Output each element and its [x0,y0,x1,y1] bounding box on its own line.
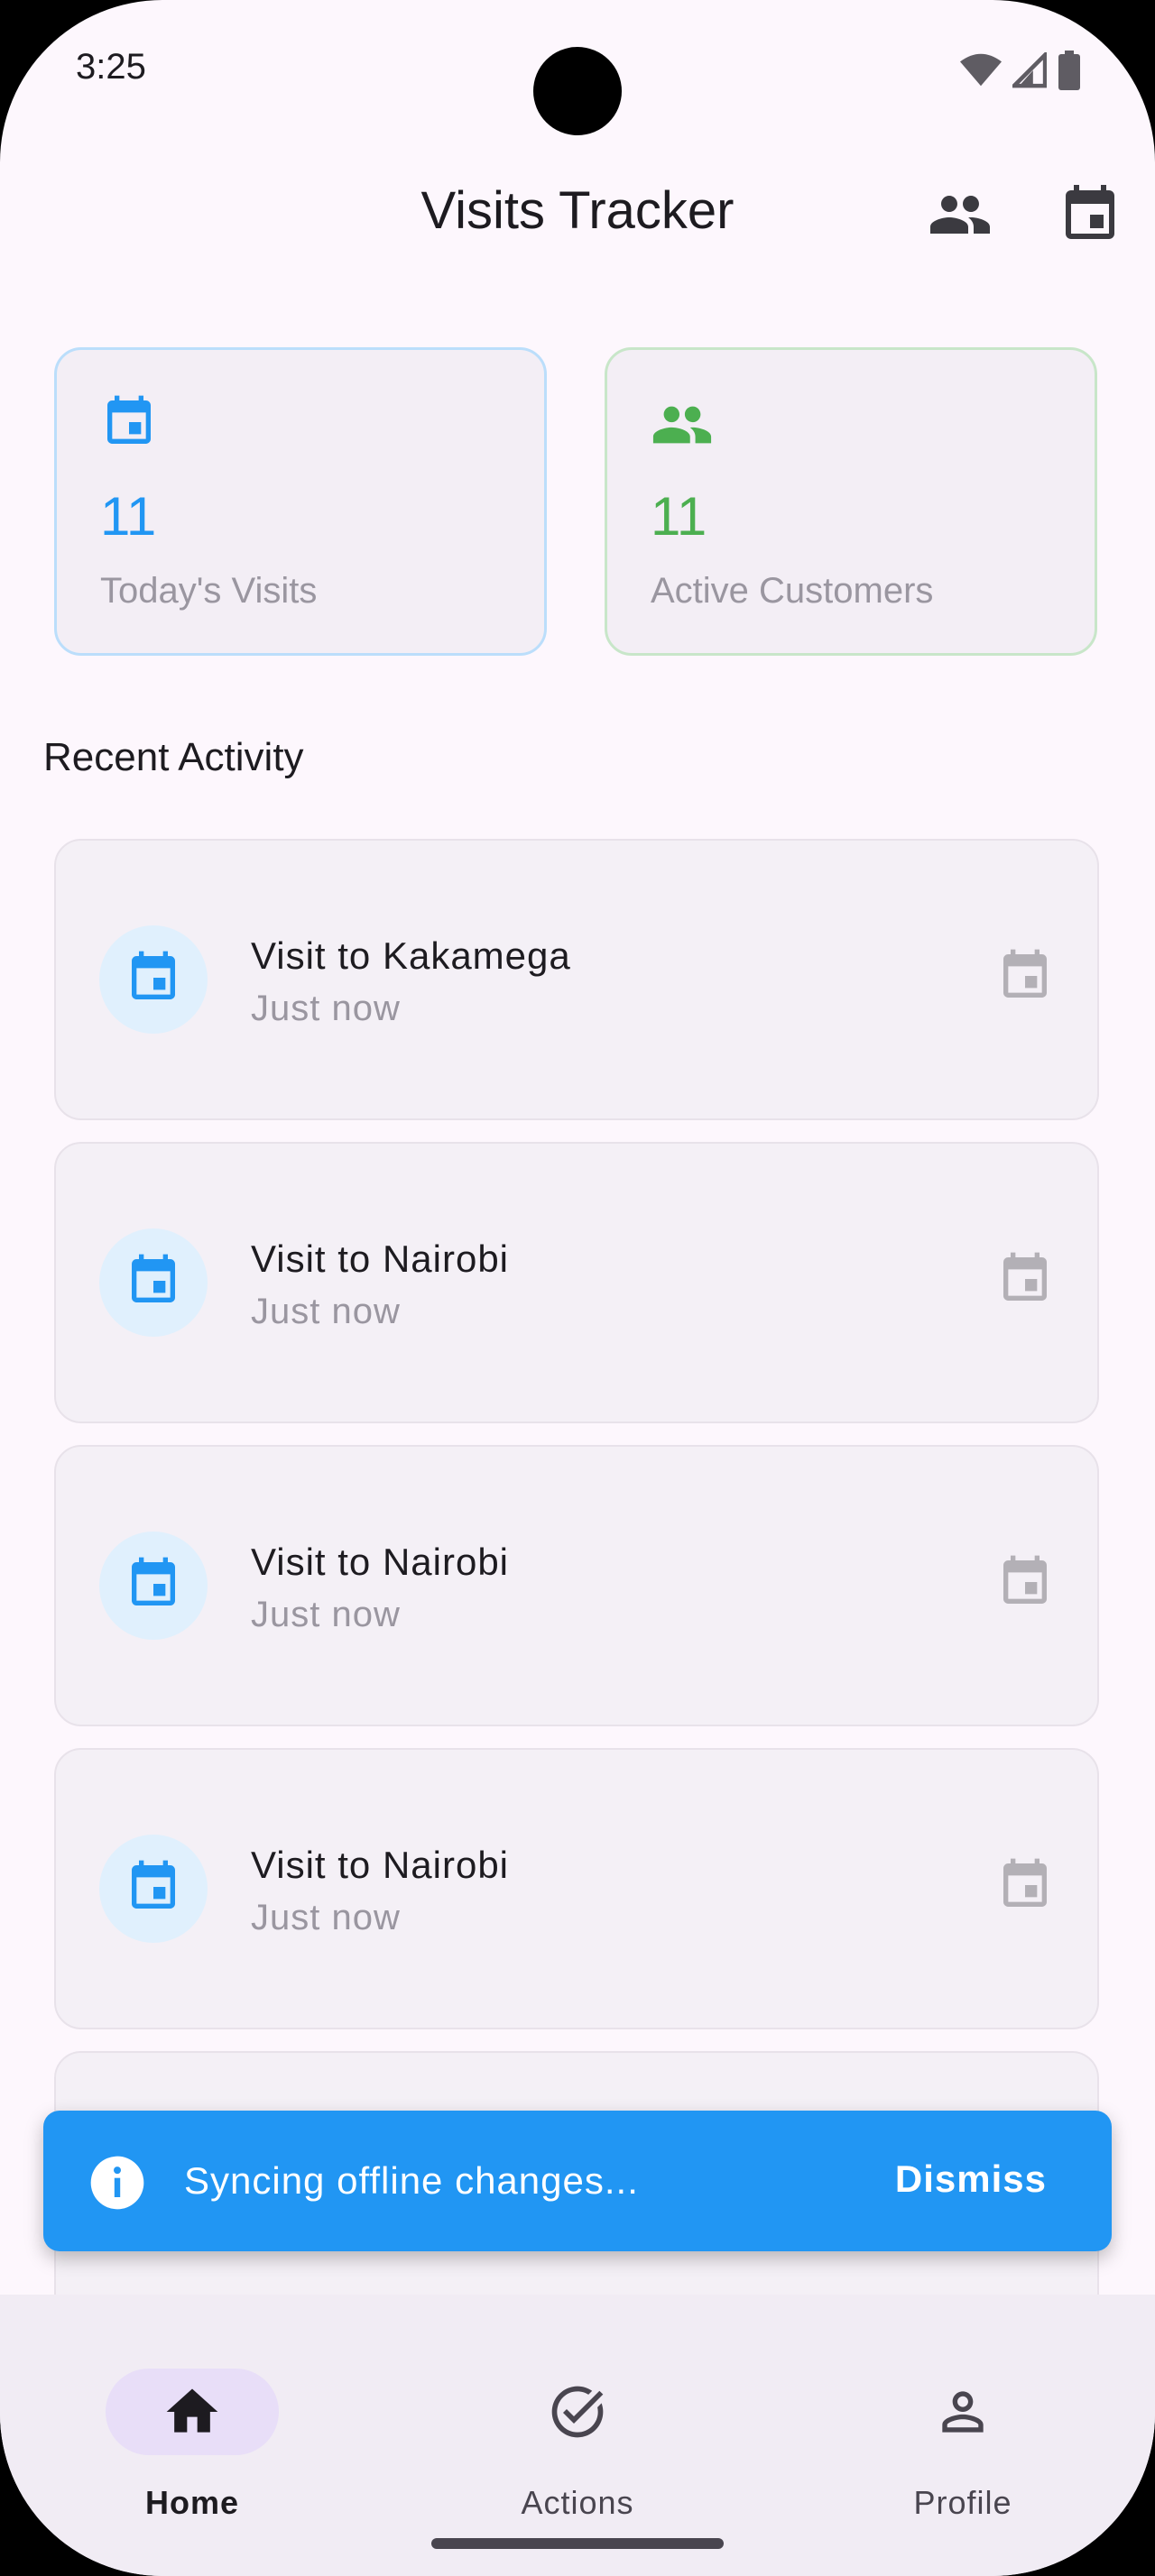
list-item[interactable]: Visit to Nairobi Just now [54,1748,1099,2029]
camera-cutout [533,47,622,135]
nav-label: Profile [913,2484,1012,2521]
battery-icon [1058,51,1081,95]
dismiss-button[interactable]: Dismiss [895,2157,1047,2201]
check-circle-icon [547,2381,608,2447]
status-icons [960,50,1081,95]
avatar [99,1835,208,1943]
stat-value: 11 [100,486,157,547]
nav-item-profile[interactable]: Profile [836,2331,1089,2521]
avatar [99,1228,208,1337]
activity-title: Visit to Nairobi [251,1844,510,1886]
customers-button[interactable] [924,180,996,253]
stat-value: 11 [651,486,707,547]
signal-icon [1009,50,1048,93]
avatar [99,925,208,1034]
activity-time: Just now [251,1292,401,1331]
calendar-icon [996,1553,1054,1615]
list-item[interactable]: Visit to Nairobi Just now [54,1445,1099,1726]
list-item[interactable]: Visit to Kakamega Just now [54,839,1099,1120]
nav-label: Home [144,2484,240,2521]
calendar-icon [1058,182,1123,252]
section-title-recent-activity: Recent Activity [43,735,304,779]
nav-label: Actions [521,2484,634,2521]
calendar-icon [125,949,182,1011]
snackbar: Syncing offline changes... Dismiss [43,2111,1112,2251]
calendar-icon [125,1252,182,1314]
gesture-handle[interactable] [431,2538,724,2549]
activity-title: Visit to Kakamega [251,934,571,977]
calendar-icon [996,1856,1054,1918]
activity-time: Just now [251,989,401,1028]
calendar-icon [100,393,158,455]
bottom-navigation: Home Actions Profile [0,2295,1155,2576]
calendar-button[interactable] [1054,180,1126,253]
info-icon [88,2154,146,2216]
stat-card-todays-visits[interactable]: 11 Today's Visits [54,347,547,656]
wifi-icon [960,52,1002,93]
activity-title: Visit to Nairobi [251,1237,510,1280]
activity-title: Visit to Nairobi [251,1541,510,1583]
nav-item-actions[interactable]: Actions [451,2331,704,2521]
calendar-icon [996,1250,1054,1312]
nav-item-home[interactable]: Home [66,2331,319,2521]
phone-screen: 3:25 Visits Tracker 11 Today's Visits 11… [0,0,1155,2576]
status-time: 3:25 [76,47,146,87]
calendar-icon [996,947,1054,1009]
stat-card-active-customers[interactable]: 11 Active Customers [605,347,1097,656]
people-icon [651,393,714,461]
calendar-icon [125,1858,182,1920]
activity-time: Just now [251,1595,401,1634]
customers-icon [928,182,993,252]
avatar [99,1532,208,1640]
calendar-icon [125,1555,182,1617]
activity-time: Just now [251,1898,401,1937]
home-icon [162,2381,223,2447]
snackbar-message: Syncing offline changes... [184,2159,639,2202]
stat-label: Active Customers [651,571,934,611]
list-item[interactable]: Visit to Nairobi Just now [54,1142,1099,1423]
stat-label: Today's Visits [100,571,318,611]
person-icon [932,2381,993,2447]
